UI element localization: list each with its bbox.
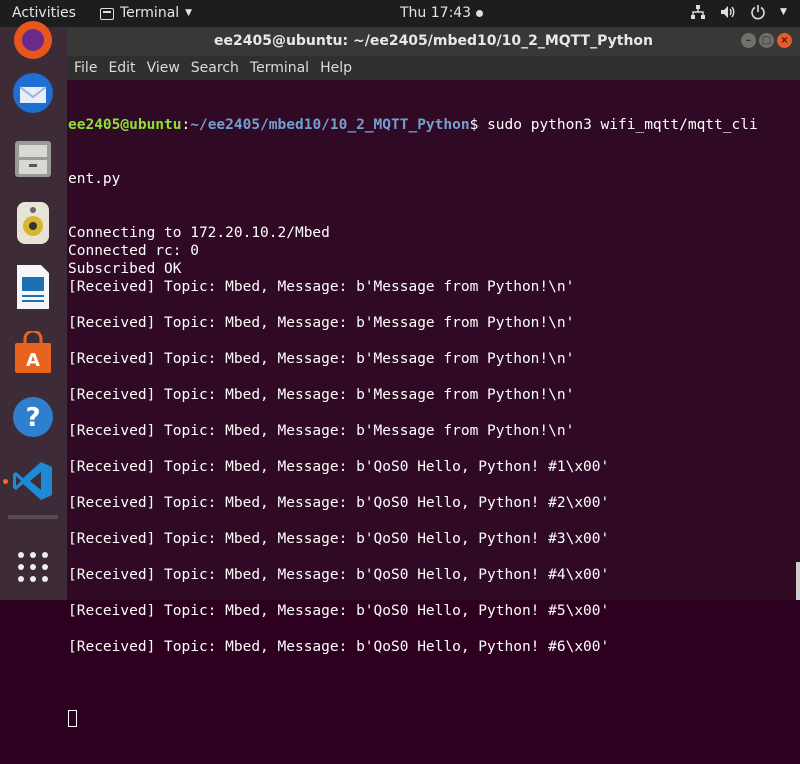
- scrollbar[interactable]: [796, 562, 800, 600]
- app-menu[interactable]: Terminal ▼: [100, 5, 192, 21]
- cursor-line: [68, 710, 788, 728]
- output-line: [Received] Topic: Mbed, Message: b'Messa…: [68, 279, 575, 295]
- top-bar: Activities Terminal ▼ Thu 17:43 ▼: [0, 0, 800, 27]
- output-line: [Received] Topic: Mbed, Message: b'Messa…: [68, 387, 575, 403]
- chevron-down-icon: ▼: [185, 8, 193, 18]
- output-lines: Connecting to 172.20.10.2/Mbed Connected …: [68, 224, 788, 674]
- rhythmbox-icon[interactable]: [8, 198, 58, 248]
- power-icon: [751, 5, 765, 20]
- output-line: Connected rc: 0: [68, 243, 199, 259]
- help-icon[interactable]: ?: [8, 392, 58, 442]
- chevron-down-icon: ▼: [780, 7, 787, 17]
- output-line: Subscribed OK: [68, 261, 182, 277]
- firefox-icon[interactable]: [8, 15, 58, 65]
- notification-dot-icon: [476, 9, 484, 17]
- terminal-output[interactable]: ee2405@ubuntu:~/ee2405/mbed10/10_2_MQTT_…: [68, 80, 788, 764]
- output-line: [Received] Topic: Mbed, Message: b'QoS0 …: [68, 567, 610, 583]
- output-line: [Received] Topic: Mbed, Message: b'Messa…: [68, 315, 575, 331]
- show-apps-icon[interactable]: [8, 542, 58, 592]
- thunderbird-icon[interactable]: [8, 68, 58, 118]
- menu-edit[interactable]: Edit: [108, 56, 135, 80]
- command-text: sudo python3 wifi_mqtt/mqtt_cli: [487, 117, 758, 133]
- vscode-icon[interactable]: [8, 456, 58, 506]
- prompt-symbol: $: [469, 117, 488, 133]
- app-menu-label: Terminal: [120, 5, 180, 21]
- window-titlebar[interactable]: ee2405@ubuntu: ~/ee2405/mbed10/10_2_MQTT…: [67, 27, 800, 56]
- menu-search[interactable]: Search: [191, 56, 239, 80]
- clock[interactable]: Thu 17:43: [400, 5, 484, 21]
- window-title: ee2405@ubuntu: ~/ee2405/mbed10/10_2_MQTT…: [213, 33, 653, 49]
- clock-label: Thu 17:43: [400, 5, 472, 21]
- menu-bar: File Edit View Search Terminal Help: [67, 56, 800, 80]
- system-tray[interactable]: ▼: [690, 4, 787, 20]
- menu-view[interactable]: View: [147, 56, 180, 80]
- prompt-path: ~/ee2405/mbed10/10_2_MQTT_Python: [190, 117, 470, 133]
- close-button[interactable]: ×: [777, 33, 792, 48]
- dock-separator: [8, 515, 58, 519]
- output-line: [Received] Topic: Mbed, Message: b'QoS0 …: [68, 531, 610, 547]
- dock: A ?: [0, 21, 67, 600]
- writer-icon[interactable]: [8, 262, 58, 312]
- minimize-button[interactable]: –: [741, 33, 756, 48]
- menu-terminal[interactable]: Terminal: [250, 56, 309, 80]
- output-line: Connecting to 172.20.10.2/Mbed: [68, 225, 330, 241]
- menu-file[interactable]: File: [74, 56, 97, 80]
- output-line: [Received] Topic: Mbed, Message: b'QoS0 …: [68, 603, 610, 619]
- output-line: [Received] Topic: Mbed, Message: b'Messa…: [68, 351, 575, 367]
- maximize-button[interactable]: □: [759, 33, 774, 48]
- terminal-icon: [100, 8, 114, 20]
- command-wrap-line: ent.py: [68, 171, 121, 187]
- cursor: [68, 710, 77, 727]
- files-icon[interactable]: [8, 134, 58, 184]
- network-icon: [691, 5, 705, 19]
- volume-icon: [721, 6, 735, 18]
- terminal-window: ee2405@ubuntu: ~/ee2405/mbed10/10_2_MQTT…: [67, 27, 800, 727]
- svg-text:A: A: [26, 350, 40, 371]
- menu-help[interactable]: Help: [320, 56, 352, 80]
- prompt-separator: :: [181, 117, 191, 133]
- prompt-line: ee2405@ubuntu:~/ee2405/mbed10/10_2_MQTT_…: [68, 116, 788, 134]
- output-line: [Received] Topic: Mbed, Message: b'QoS0 …: [68, 495, 610, 511]
- svg-text:?: ?: [25, 403, 40, 433]
- output-line: [Received] Topic: Mbed, Message: b'Messa…: [68, 423, 575, 439]
- window-controls: – □ ×: [741, 33, 792, 48]
- prompt-user: ee2405@ubuntu: [68, 117, 182, 133]
- output-line: [Received] Topic: Mbed, Message: b'QoS0 …: [68, 459, 610, 475]
- software-icon[interactable]: A: [8, 328, 58, 378]
- output-line: [Received] Topic: Mbed, Message: b'QoS0 …: [68, 639, 610, 655]
